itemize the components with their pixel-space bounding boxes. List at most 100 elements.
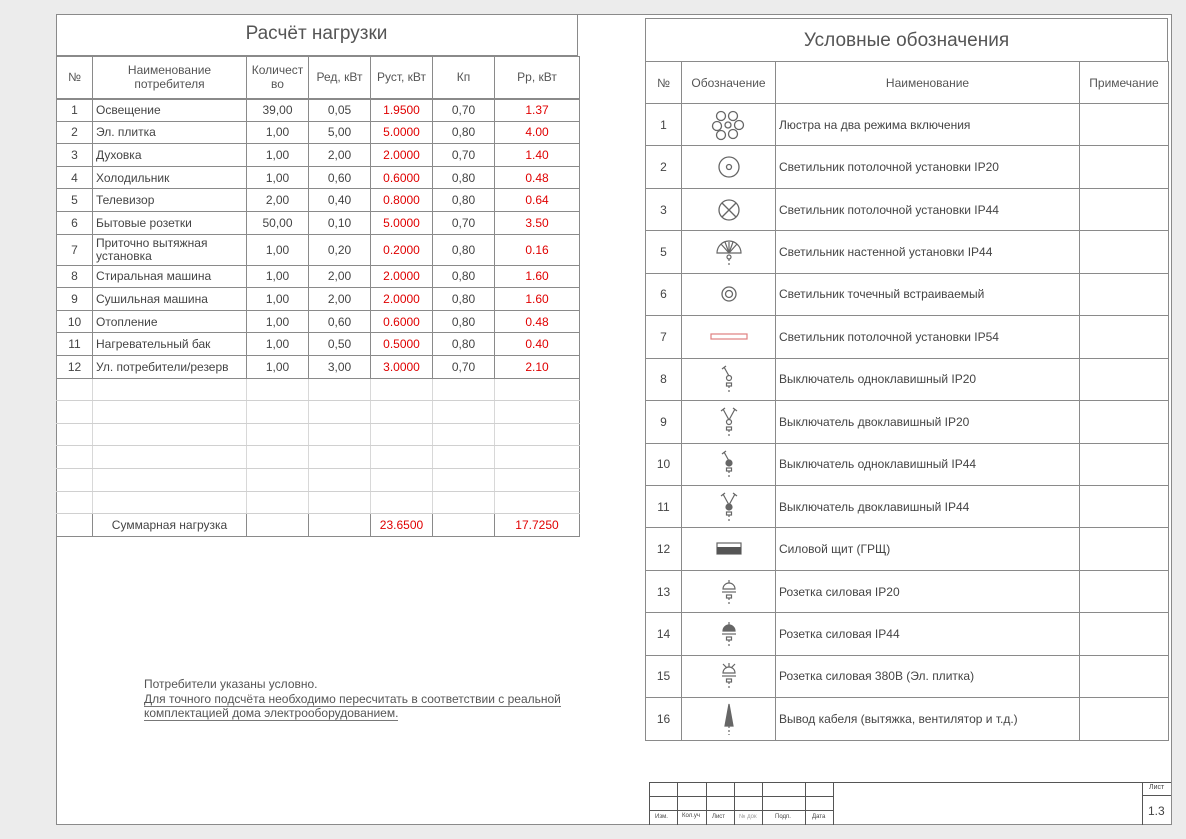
legend-row: 15 Розетка силовая 380В (Эл. плитка) — [645, 654, 1169, 699]
cell-kp: 0,80 — [432, 188, 495, 212]
empty-row — [56, 377, 580, 402]
cell-qty: 1,00 — [246, 120, 309, 145]
cell-n: 10 — [56, 309, 93, 334]
cell-n: 9 — [56, 287, 93, 311]
legend-row: 14 Розетка силовая IP44 — [645, 612, 1169, 656]
cell-pust: 2.0000 — [370, 143, 433, 167]
cell-name: Нагревательный бак — [92, 332, 247, 356]
cell-pr: 4.00 — [494, 120, 580, 145]
cell-name: Стиральная машина — [92, 264, 247, 289]
col-header-pr: Рр, кВт — [494, 56, 580, 100]
cell-n: 2 — [56, 120, 93, 145]
cell-ped: 0,20 — [308, 233, 371, 266]
legend-name: Розетка силовая IP44 — [775, 612, 1080, 656]
legend-name: Светильник потолочной установки IP20 — [775, 145, 1080, 189]
cell-qty: 1,00 — [246, 354, 309, 379]
legend-n: 11 — [645, 484, 682, 529]
cell-pr: 0.16 — [494, 233, 580, 266]
cell-name: Холодильник — [92, 165, 247, 190]
legend-n: 3 — [645, 187, 682, 232]
cell-pust: 2.0000 — [370, 264, 433, 289]
cell-qty: 1,00 — [246, 165, 309, 190]
legend-name: Вывод кабеля (вытяжка, вентилятор и т.д.… — [775, 697, 1080, 741]
legend-note — [1079, 187, 1169, 232]
col-header-pust: Руст, кВт — [370, 56, 433, 100]
note-text: Потребители указаны условно. Для точного… — [144, 677, 561, 721]
cell-pr: 0.48 — [494, 165, 580, 190]
cell-pr: 0.48 — [494, 309, 580, 334]
ceiling-light-ip44-icon — [685, 197, 772, 223]
switch-single-ip20-icon — [685, 364, 772, 394]
cell-kp: 0,80 — [432, 264, 495, 289]
legend-row: 11 Выключатель двоклавишный IP44 — [645, 484, 1169, 529]
switch-single-ip44-icon — [685, 449, 772, 479]
empty-row — [56, 467, 580, 492]
cell-ped: 2,00 — [308, 264, 371, 289]
cell-kp: 0,80 — [432, 332, 495, 356]
cell-pust: 0.6000 — [370, 165, 433, 190]
cell-pr: 0.64 — [494, 188, 580, 212]
cell-pust: 2.0000 — [370, 287, 433, 311]
cell-pr: 1.37 — [494, 98, 580, 122]
stamp-sheet-label: Лист — [1149, 784, 1165, 791]
cell-n: 1 — [56, 98, 93, 122]
cell-name: Ул. потребители/резерв — [92, 354, 247, 379]
legend-row: 16 Вывод кабеля (вытяжка, вентилятор и т… — [645, 697, 1169, 741]
table-row: 7 Приточно вытяжная установка 1,00 0,20 0.20… — [56, 233, 580, 266]
legend-row: 9 Выключатель двоклавишный IP20 — [645, 400, 1169, 444]
legend-table: № Обозначение Наименование Примечание 1 … — [645, 61, 1169, 741]
cell-qty: 1,00 — [246, 309, 309, 334]
legend-row: 2 Светильник потолочной установки IP20 — [645, 145, 1169, 189]
total-label: Суммарная нагрузка — [92, 513, 247, 537]
power-panel-icon — [685, 542, 772, 556]
legend-name: Выключатель двоклавишный IP20 — [775, 400, 1080, 444]
legend-name: Розетка силовая IP20 — [775, 569, 1080, 614]
cell-name: Приточно вытяжная установка — [92, 233, 247, 266]
legend-title: Условные обозначения — [645, 18, 1168, 62]
cell-name: Эл. плитка — [92, 120, 247, 145]
cell-pr: 3.50 — [494, 210, 580, 235]
cell-kp: 0,70 — [432, 98, 495, 122]
legend-n: 7 — [645, 315, 682, 359]
legend-row: 1 Люстра на два режима включения — [645, 102, 1169, 147]
socket-ip20-icon — [685, 578, 772, 606]
stamp-list: Лист — [712, 814, 726, 820]
legend-note — [1079, 527, 1169, 571]
legend-name: Розетка силовая 380В (Эл. плитка) — [775, 654, 1080, 699]
col-header-qty: Количест во — [246, 56, 309, 100]
table-row: 9 Сушильная машина 1,00 2,00 2.0000 0,80 1.60 — [56, 287, 580, 311]
legend-header-note: Примечание — [1079, 61, 1169, 104]
cell-name: Бытовые розетки — [92, 210, 247, 235]
cell-ped: 0,60 — [308, 309, 371, 334]
cell-pust: 5.0000 — [370, 120, 433, 145]
legend-row: 13 Розетка силовая IP20 — [645, 569, 1169, 614]
legend-name: Светильник потолочной установки IP44 — [775, 187, 1080, 232]
table-row: 4 Холодильник 1,00 0,60 0.6000 0,80 0.48 — [56, 165, 580, 190]
total-row: Суммарная нагрузка 23.6500 17.7250 — [56, 513, 580, 537]
cell-pr: 0.40 — [494, 332, 580, 356]
title-block: Изм. Кол.уч Лист № док Подп. Дата Лист 1… — [649, 782, 1171, 825]
cell-qty: 1,00 — [246, 287, 309, 311]
cell-ped: 3,00 — [308, 354, 371, 379]
cell-ped: 0,50 — [308, 332, 371, 356]
load-table: № Наименование потребителя Количест во Ред… — [56, 56, 580, 537]
legend-n: 6 — [645, 272, 682, 317]
wall-light-ip44-icon — [685, 238, 772, 266]
legend-name: Выключатель двоклавишный IP44 — [775, 484, 1080, 529]
legend-row: 10 Выключатель одноклавишный IP44 — [645, 442, 1169, 486]
legend-note — [1079, 697, 1169, 741]
legend-name: Силовой щит (ГРЩ) — [775, 527, 1080, 571]
legend-header-n: № — [645, 61, 682, 104]
load-table-title: Расчёт нагрузки — [56, 14, 578, 56]
legend-name: Светильник настенной установки IP44 — [775, 230, 1080, 274]
legend-note — [1079, 654, 1169, 699]
cell-name: Отопление — [92, 309, 247, 334]
cell-name: Духовка — [92, 143, 247, 167]
cell-qty: 2,00 — [246, 188, 309, 212]
col-header-n: № — [56, 56, 93, 100]
cell-name: Сушильная машина — [92, 287, 247, 311]
cell-n: 12 — [56, 354, 93, 379]
legend-header-symbol: Обозначение — [681, 61, 776, 104]
stamp-data: Дата — [812, 814, 826, 820]
cell-n: 7 — [56, 233, 93, 266]
